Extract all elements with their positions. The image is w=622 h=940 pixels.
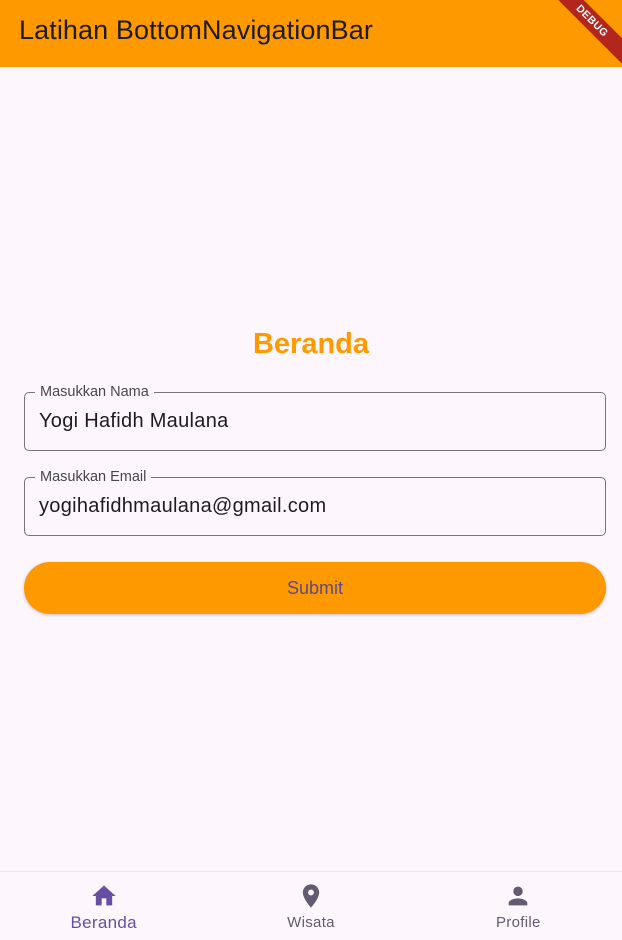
app-screen: Latihan BottomNavigationBar DEBUG Berand…	[0, 0, 622, 940]
home-icon	[91, 885, 116, 906]
nav-item-wisata[interactable]: Wisata	[207, 872, 414, 940]
debug-banner: DEBUG	[543, 0, 622, 67]
name-field-label: Masukkan Nama	[35, 383, 154, 401]
name-field-value[interactable]: Yogi Hafidh Maulana	[39, 410, 229, 433]
email-field-label: Masukkan Email	[35, 468, 152, 486]
app-bar-title: Latihan BottomNavigationBar	[19, 15, 373, 45]
email-field-value[interactable]: yogihafidhmaulana@gmail.com	[39, 495, 326, 518]
name-field[interactable]: Masukkan Nama Yogi Hafidh Maulana	[24, 383, 606, 451]
nav-label-wisata: Wisata	[287, 914, 335, 931]
submit-button[interactable]: Submit	[24, 562, 606, 614]
person-icon	[508, 886, 528, 906]
nav-label-profile: Profile	[496, 914, 541, 931]
location-pin-icon	[302, 884, 320, 908]
nav-label-beranda: Beranda	[70, 913, 137, 932]
page-heading: Beranda	[252, 328, 370, 360]
app-bar: Latihan BottomNavigationBar DEBUG	[0, 0, 622, 67]
bottom-navigation-bar: Beranda Wisata Profile	[0, 871, 622, 940]
nav-item-beranda[interactable]: Beranda	[0, 872, 207, 940]
email-field[interactable]: Masukkan Email yogihafidhmaulana@gmail.c…	[24, 468, 606, 536]
nav-item-profile[interactable]: Profile	[415, 872, 622, 940]
